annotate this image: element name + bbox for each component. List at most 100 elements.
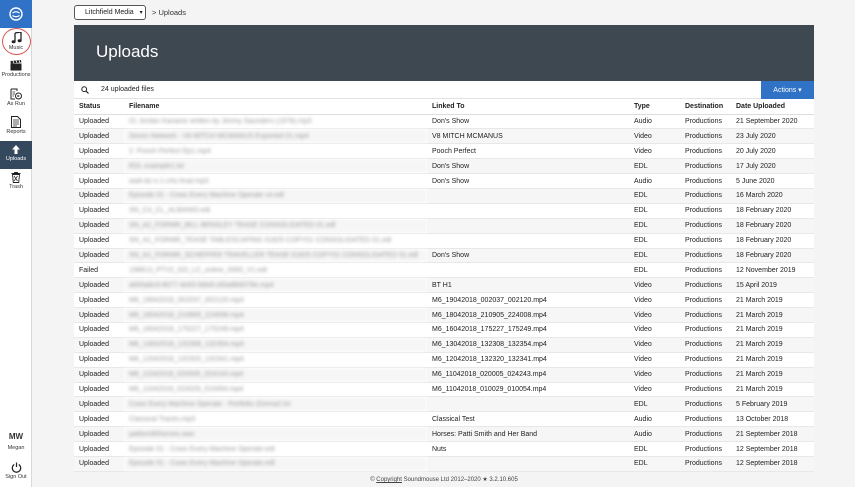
table-row[interactable]: Uploaded M6_19042018_002037_002120.mp4 M6_…: [74, 292, 814, 309]
table-row[interactable]: Uploaded Episode 01 - Cows Every Machine …: [74, 188, 814, 204]
cell-status: Uploaded: [74, 114, 124, 130]
table-row[interactable]: Uploaded Cows Every Machine Operate - Por…: [74, 396, 814, 413]
cell-status: Uploaded: [74, 441, 124, 457]
cell-status: Uploaded: [74, 292, 124, 309]
cell-linked-to[interactable]: M6_11042018_010029_010054.mp4: [427, 382, 629, 398]
table-row[interactable]: Uploaded SN_C4_CL_ALBANIO.edl EDL Productio…: [74, 203, 814, 219]
table-row[interactable]: Uploaded pattismithhorses.wav Horses: Patt…: [74, 426, 814, 443]
table-row[interactable]: Uploaded M6_13042018_132308_132354.mp4 M6_…: [74, 337, 814, 353]
cell-date-uploaded: 16 March 2020: [731, 188, 814, 204]
cell-linked-to[interactable]: Don's Show: [427, 158, 629, 175]
cell-linked-to[interactable]: Don's Show: [427, 248, 629, 264]
sidebar-item-sign-out[interactable]: Sign Out: [0, 459, 32, 487]
column-header-destination[interactable]: Destination: [680, 99, 731, 115]
cell-filename: M6_12042018_132320_132341.mp4: [124, 352, 427, 368]
table-row[interactable]: Uploaded 2. Pooch Perfect Ep1.mp4 Pooch Pe…: [74, 143, 814, 160]
cell-destination: Productions: [680, 292, 731, 309]
table-row[interactable]: Uploaded M6_12042018_132320_132341.mp4 M6_…: [74, 352, 814, 368]
cell-destination: Productions: [680, 158, 731, 175]
table-row[interactable]: Uploaded M6_18042018_210905_224008.mp4 M6_…: [74, 307, 814, 323]
cell-linked-to[interactable]: [427, 203, 629, 219]
footer-text: Soundmouse Ltd 2012–2020 ★ 3.2.10.605: [401, 477, 518, 483]
sidebar-item-trash[interactable]: Trash: [0, 169, 32, 197]
cell-linked-to[interactable]: Classical Test: [427, 411, 629, 428]
cell-linked-to[interactable]: Nuts: [427, 441, 629, 457]
sidebar-item-uploads[interactable]: Uploads: [0, 141, 32, 169]
trash-icon: [11, 172, 21, 183]
cell-linked-to[interactable]: [427, 396, 629, 413]
search-icon[interactable]: [81, 86, 89, 94]
cell-filename: SN_A1_FORMR_SCHEFFER TRAVELLER TEASE 018…: [124, 248, 427, 264]
cell-linked-to[interactable]: [427, 262, 629, 279]
cell-type: EDL: [629, 218, 680, 234]
page-header-banner: Uploads: [74, 25, 814, 81]
cell-linked-to[interactable]: Don's Show: [427, 173, 629, 189]
organisation-selector[interactable]: Litchfield Media ▾: [74, 5, 146, 20]
user-avatar[interactable]: MW Megan: [0, 430, 32, 458]
cell-linked-to[interactable]: M6_13042018_132308_132354.mp4: [427, 337, 629, 353]
table-row[interactable]: Uploaded a693a6c9-8077-4e63-9de8-c83a8b60…: [74, 277, 814, 294]
sidebar-item-as-run[interactable]: As Run: [0, 85, 32, 113]
cell-filename: 2. Pooch Perfect Ep1.mp4: [124, 143, 427, 160]
cell-date-uploaded: 21 March 2019: [731, 367, 814, 383]
cell-date-uploaded: 21 September 2018: [731, 426, 814, 443]
column-header-status[interactable]: Status: [74, 99, 124, 115]
cell-destination: Productions: [680, 277, 731, 294]
cell-type: Audio: [629, 426, 680, 443]
cell-linked-to[interactable]: Don's Show: [427, 114, 629, 130]
cell-linked-to[interactable]: M6_19042018_002037_002120.mp4: [427, 292, 629, 309]
cell-destination: Productions: [680, 411, 731, 428]
cell-linked-to[interactable]: M6_11042018_020005_024243.mp4: [427, 367, 629, 383]
cell-type: EDL: [629, 188, 680, 204]
table-row[interactable]: Uploaded SN_A1_FORMR_TEASE TABLESCAPING 0…: [74, 233, 814, 249]
soundmouse-logo-icon: [9, 7, 23, 21]
cell-destination: Productions: [680, 128, 731, 145]
clapperboard-icon: [10, 60, 22, 71]
cell-linked-to[interactable]: M6_16042018_175227_175249.mp4: [427, 322, 629, 338]
cell-type: EDL: [629, 203, 680, 219]
table-row[interactable]: Uploaded Seven Network - V8 MITCH MCMANUS…: [74, 128, 814, 145]
cell-linked-to[interactable]: M6_18042018_210905_224008.mp4: [427, 307, 629, 323]
table-row[interactable]: Failed 198813_PTV2_GD_LC_online_0060_V1.e…: [74, 262, 814, 279]
cell-date-uploaded: 15 April 2019: [731, 277, 814, 294]
table-row[interactable]: Uploaded 01 Jordan Kanaine written by Jim…: [74, 114, 814, 130]
table-row[interactable]: Uploaded M6_11042018_010029_010054.mp4 M6_…: [74, 382, 814, 398]
cell-filename: SN_A1_FORMR_TEASE TABLESCAPING 01825 COP…: [124, 233, 427, 249]
cell-linked-to[interactable]: [427, 188, 629, 204]
table-row[interactable]: Uploaded SN_A1_FORMR_SCHEFFER TRAVELLER T…: [74, 248, 814, 264]
sidebar-item-music[interactable]: Music: [0, 29, 32, 57]
cell-filename: M6_13042018_132308_132354.mp4: [124, 337, 427, 353]
cell-linked-to[interactable]: M6_12042018_132320_132341.mp4: [427, 352, 629, 368]
cell-linked-to[interactable]: [427, 218, 629, 234]
cell-date-uploaded: 21 March 2019: [731, 352, 814, 368]
column-header-linked-to[interactable]: Linked To: [427, 99, 629, 115]
table-row[interactable]: Uploaded Episode 01 - Cows Every Machine …: [74, 441, 814, 457]
table-row[interactable]: Uploaded Classical Tracks.mp3 Classical Te…: [74, 411, 814, 428]
cell-linked-to[interactable]: [427, 456, 629, 472]
sidebar-item-label: Productions: [1, 72, 31, 78]
sidebar-item-productions[interactable]: Productions: [0, 57, 32, 85]
copyright-link[interactable]: Copyright: [376, 477, 402, 483]
table-row[interactable]: Uploaded EDL example1.txt Don's Show EDL Pro…: [74, 158, 814, 175]
table-row[interactable]: Uploaded M6_16042018_175227_175249.mp4 M6_…: [74, 322, 814, 338]
column-header-filename[interactable]: Filename: [124, 99, 427, 115]
cell-linked-to[interactable]: Pooch Perfect: [427, 143, 629, 160]
cell-date-uploaded: 21 March 2019: [731, 382, 814, 398]
as-run-icon: [10, 88, 22, 100]
table-row[interactable]: Uploaded Episode 01 - Cows Every Machine …: [74, 456, 814, 472]
table-row[interactable]: Uploaded SN_A2_FORMR_BILL BENSLEY TEASE C…: [74, 218, 814, 234]
app-logo[interactable]: [0, 0, 32, 28]
cell-linked-to[interactable]: Horses: Patti Smith and Her Band: [427, 426, 629, 443]
sidebar-item-reports[interactable]: Reports: [0, 113, 32, 141]
cell-linked-to[interactable]: V8 MITCH MCMANUS: [427, 128, 629, 145]
cell-linked-to[interactable]: BT H1: [427, 277, 629, 294]
table-row[interactable]: Uploaded M6_11042018_020005_024243.mp4 M6_…: [74, 367, 814, 383]
column-header-date-uploaded[interactable]: Date Uploaded: [731, 99, 814, 115]
column-header-type[interactable]: Type: [629, 99, 680, 115]
upload-arrow-icon: [12, 145, 20, 154]
table-row[interactable]: Uploaded watt-dz-s-1-crtu-final.mp3 Don's …: [74, 173, 814, 189]
actions-button[interactable]: Actions ▾: [761, 81, 814, 99]
cell-status: Uploaded: [74, 307, 124, 323]
cell-linked-to[interactable]: [427, 233, 629, 249]
table-toolbar: 24 uploaded files Actions ▾: [74, 81, 814, 99]
